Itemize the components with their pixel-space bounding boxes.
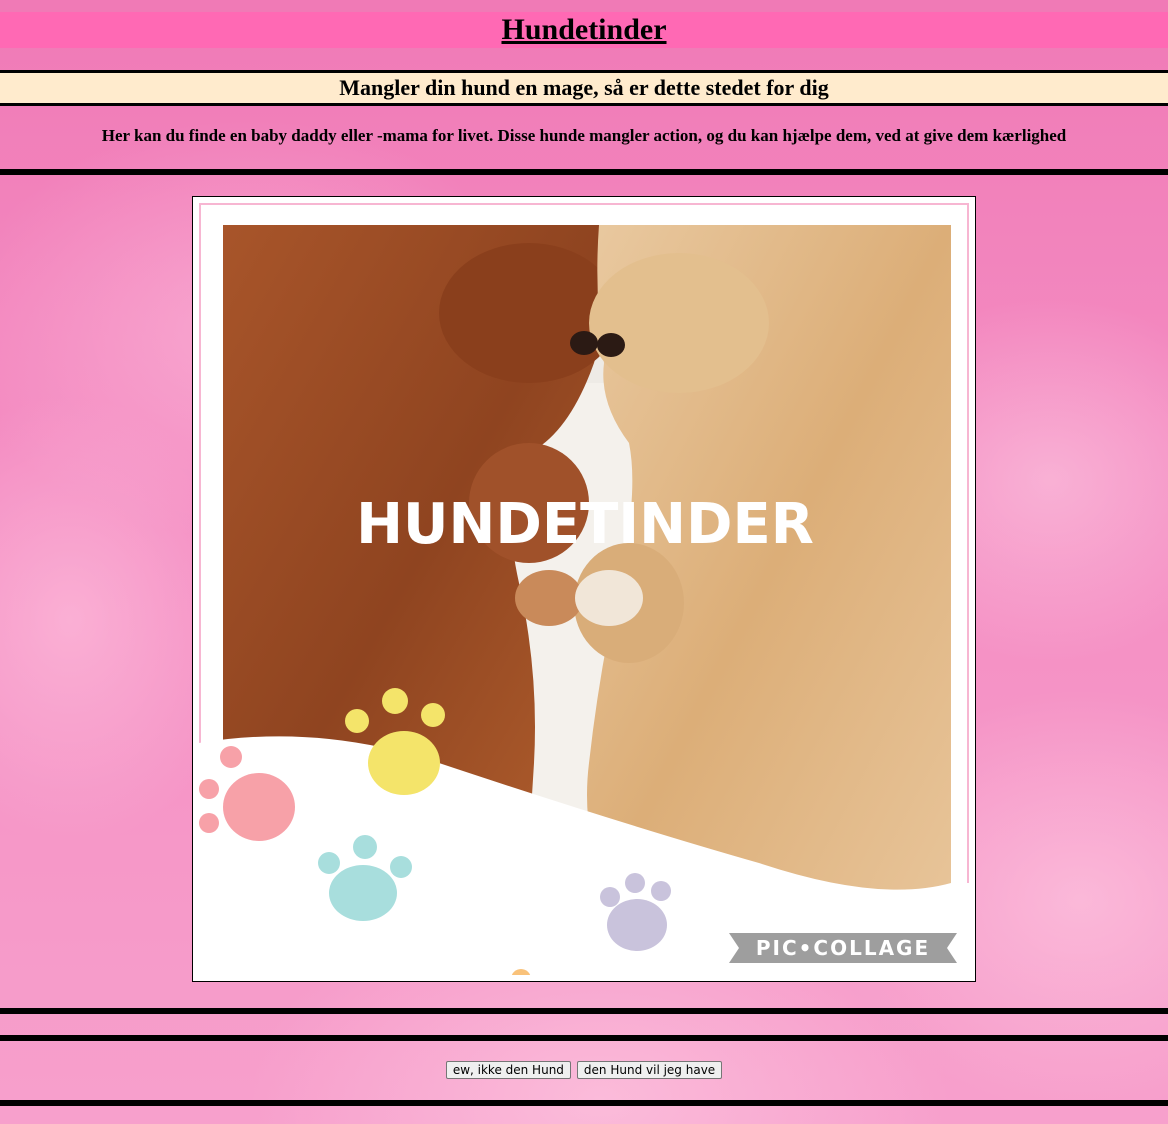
accept-dog-button[interactable]: den Hund vil jeg have <box>576 1061 723 1079</box>
dog-photo-frame: HUNDETINDER PIC•COLLAGE <box>192 196 976 982</box>
page-title: Hundetinder <box>501 13 667 46</box>
watermark-text: PIC•COLLAGE <box>756 936 930 960</box>
intro-text: Her kan du finde en baby daddy eller -ma… <box>101 126 1067 145</box>
title-bar: Hundetinder <box>0 12 1168 48</box>
divider <box>0 1100 1168 1106</box>
action-buttons: ew, ikke den Hund den Hund vil jeg have <box>0 1061 1168 1079</box>
photo-overlay-text: HUNDETINDER <box>356 492 814 557</box>
subtitle-bar: Mangler din hund en mage, så er dette st… <box>0 70 1168 106</box>
reject-dog-button[interactable]: ew, ikke den Hund <box>445 1061 571 1079</box>
divider <box>0 169 1168 175</box>
page-subtitle: Mangler din hund en mage, så er dette st… <box>339 75 829 100</box>
divider <box>0 1035 1168 1041</box>
divider <box>0 1008 1168 1014</box>
dog-photo: HUNDETINDER PIC•COLLAGE <box>199 203 969 975</box>
